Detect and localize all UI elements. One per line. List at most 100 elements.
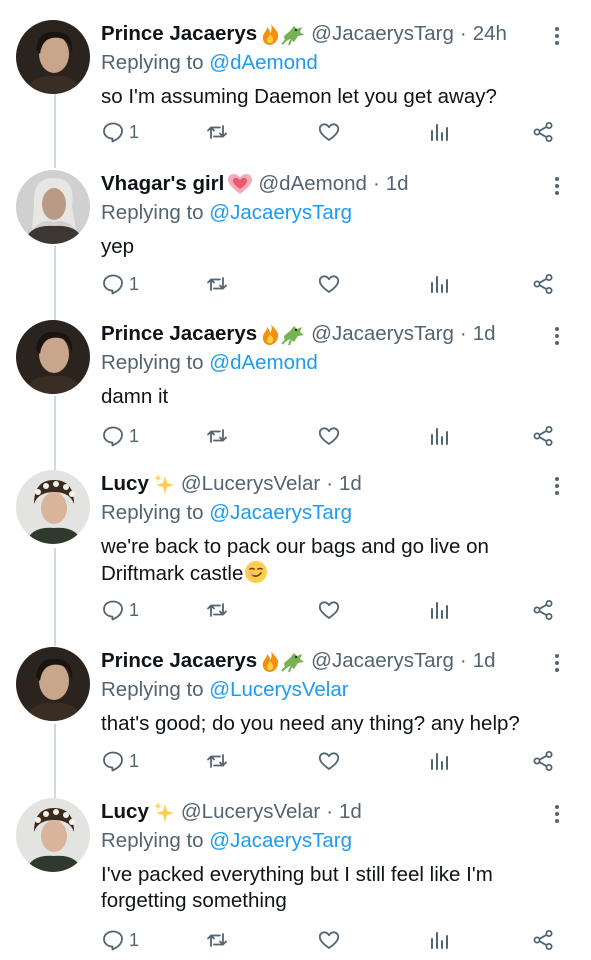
mention-link[interactable]: @LucerysVelar: [209, 678, 348, 701]
avatar[interactable]: [16, 798, 90, 872]
analytics-button[interactable]: [427, 118, 451, 146]
like-button[interactable]: [317, 270, 341, 298]
tweet-text: so I'm assuming Daemon let you get away?: [101, 85, 497, 108]
tweet[interactable]: Lucy @LucerysVelar · 1d Replying to @Jac…: [0, 796, 591, 960]
separator-dot: ·: [326, 472, 334, 495]
tweet-actions: 1: [101, 422, 561, 450]
like-button[interactable]: [317, 118, 341, 146]
retweet-button[interactable]: [205, 747, 229, 775]
more-options-icon[interactable]: [545, 474, 569, 498]
author-handle[interactable]: @JacaerysTarg: [311, 648, 454, 674]
more-options-icon[interactable]: [545, 324, 569, 348]
tweet-text: yep: [101, 235, 135, 258]
retweet-icon: [207, 754, 227, 768]
reply-count: 1: [129, 599, 140, 620]
author-name[interactable]: Lucy: [101, 471, 149, 497]
mention-link[interactable]: @dAemond: [209, 51, 318, 74]
like-button[interactable]: [317, 926, 341, 954]
more-options-icon[interactable]: [545, 24, 569, 48]
author-handle[interactable]: @JacaerysTarg: [311, 321, 454, 347]
tweet-text: I've packed everything but I still feel …: [101, 862, 571, 914]
retweet-icon: [207, 429, 227, 443]
author-handle[interactable]: @LucerysVelar: [181, 799, 320, 825]
reply-icon: [103, 274, 123, 295]
tweet[interactable]: Prince Jacaerys @JacaerysTarg · 24h Repl…: [0, 18, 591, 158]
like-button[interactable]: [317, 422, 341, 450]
tweet[interactable]: Prince Jacaerys @JacaerysTarg · 1d Reply…: [0, 318, 591, 458]
analytics-button[interactable]: [427, 422, 451, 450]
analytics-button[interactable]: [427, 747, 451, 775]
retweet-icon: [207, 603, 227, 617]
avatar[interactable]: [16, 20, 90, 94]
heart-icon: [318, 123, 340, 141]
mention-link[interactable]: @JacaerysTarg: [209, 829, 352, 852]
author-name[interactable]: Vhagar's girl: [101, 171, 224, 197]
more-options-icon[interactable]: [545, 802, 569, 826]
reply-icon: [103, 426, 123, 447]
like-button[interactable]: [317, 596, 341, 624]
author-handle[interactable]: @LucerysVelar: [181, 471, 320, 497]
reply-icon: [103, 751, 123, 772]
timestamp[interactable]: 1d: [339, 799, 362, 825]
tweet-text-line: Driftmark castle: [101, 560, 571, 591]
author-handle[interactable]: @JacaerysTarg: [311, 21, 454, 47]
tweet-text-line: we're back to pack our bags and go live …: [101, 535, 489, 558]
replying-to: Replying to @dAemond: [101, 50, 571, 76]
reply-button[interactable]: 1: [101, 422, 139, 450]
reply-icon: [103, 930, 123, 951]
avatar[interactable]: [16, 320, 90, 394]
author-name[interactable]: Lucy: [101, 799, 149, 825]
timestamp[interactable]: 1d: [473, 648, 496, 674]
timestamp[interactable]: 1d: [339, 471, 362, 497]
timestamp[interactable]: 1d: [386, 171, 409, 197]
retweet-button[interactable]: [205, 118, 229, 146]
avatar[interactable]: [16, 647, 90, 721]
replying-to-label: Replying to: [101, 201, 204, 224]
avatar[interactable]: [16, 170, 90, 244]
share-button[interactable]: [531, 270, 555, 298]
reply-button[interactable]: 1: [101, 270, 139, 298]
bar-chart-icon: [431, 276, 448, 293]
share-button[interactable]: [531, 926, 555, 954]
retweet-button[interactable]: [205, 596, 229, 624]
analytics-button[interactable]: [427, 596, 451, 624]
retweet-button[interactable]: [205, 926, 229, 954]
replying-to-label: Replying to: [101, 678, 204, 701]
more-options-icon[interactable]: [545, 174, 569, 198]
analytics-button[interactable]: [427, 926, 451, 954]
tweet[interactable]: Prince Jacaerys @JacaerysTarg · 1d Reply…: [0, 645, 591, 785]
bar-chart-icon: [431, 428, 448, 445]
retweet-button[interactable]: [205, 422, 229, 450]
mention-link[interactable]: @dAemond: [209, 351, 318, 374]
author-name[interactable]: Prince Jacaerys: [101, 321, 257, 347]
share-button[interactable]: [531, 422, 555, 450]
tweet[interactable]: Vhagar's girl @dAemond · 1d Replying to …: [0, 168, 591, 308]
mention-link[interactable]: @JacaerysTarg: [209, 501, 352, 524]
reply-count: 1: [129, 929, 140, 950]
mention-link[interactable]: @JacaerysTarg: [209, 201, 352, 224]
more-options-icon[interactable]: [545, 651, 569, 675]
tweet-text-line: forgetting something: [101, 889, 287, 912]
timestamp[interactable]: 24h: [473, 21, 507, 47]
reply-button[interactable]: 1: [101, 596, 139, 624]
retweet-button[interactable]: [205, 270, 229, 298]
sparkles-emoji-icon: [152, 800, 176, 824]
like-button[interactable]: [317, 747, 341, 775]
replying-to: Replying to @JacaerysTarg: [101, 828, 571, 854]
share-button[interactable]: [531, 596, 555, 624]
sparkles-emoji-icon: [152, 472, 176, 496]
fire-dragon-emoji-icon: [260, 322, 306, 346]
author-name[interactable]: Prince Jacaerys: [101, 648, 257, 674]
author-handle[interactable]: @dAemond: [258, 171, 367, 197]
share-button[interactable]: [531, 118, 555, 146]
share-icon: [533, 426, 553, 446]
analytics-button[interactable]: [427, 270, 451, 298]
author-name[interactable]: Prince Jacaerys: [101, 21, 257, 47]
reply-button[interactable]: 1: [101, 747, 139, 775]
reply-button[interactable]: 1: [101, 926, 139, 954]
share-button[interactable]: [531, 747, 555, 775]
timestamp[interactable]: 1d: [473, 321, 496, 347]
avatar[interactable]: [16, 470, 90, 544]
tweet[interactable]: Lucy @LucerysVelar · 1d Replying to @Jac…: [0, 468, 591, 634]
reply-button[interactable]: 1: [101, 118, 139, 146]
